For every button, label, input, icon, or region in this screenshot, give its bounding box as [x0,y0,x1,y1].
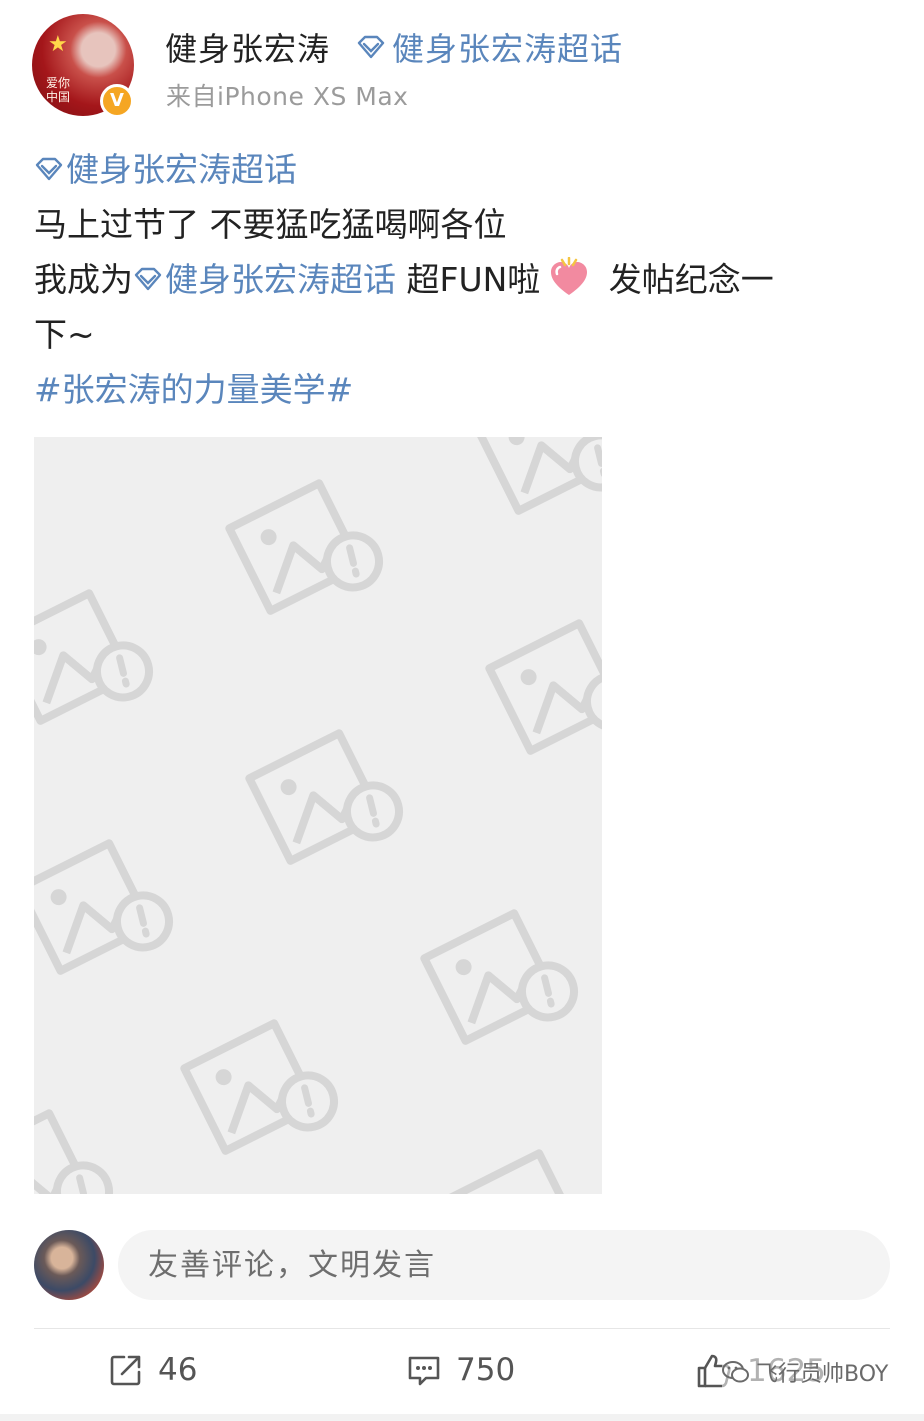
post-source: 来自iPhone XS Max [166,82,409,111]
post-body: 健身张宏涛超话 马上过节了 不要猛吃猛喝啊各位 我成为 健身张宏涛超话 超FUN… [34,142,894,417]
avatar-calligraphy: 爱你中国 [46,76,71,104]
supertopic-link[interactable]: 健身张宏涛超话 [356,24,623,70]
comment-bar [0,1226,924,1306]
supertopic-inline-link[interactable]: 健身张宏涛超话 [34,150,297,189]
post-line-3: 我成为 健身张宏涛超话 超FUN啦 发帖纪念一 [34,252,894,307]
diamond-icon [134,267,162,290]
post-line-1: 健身张宏涛超话 [34,142,894,197]
share-icon [110,1355,141,1386]
comment-icon [408,1356,440,1386]
repost-count: 46 [158,1352,198,1388]
supertopic-inline-label: 健身张宏涛超话 [66,150,297,189]
wechat-icon [722,1361,749,1383]
divider [34,1328,890,1329]
repost-button[interactable]: 46 [108,1352,197,1388]
supertopic-inline-label: 健身张宏涛超话 [165,260,396,299]
post-text-segment: 超FUN啦 [396,260,541,299]
broken-image-pattern [34,437,602,1194]
watermark-text: 飞行员帅BOY [756,1362,889,1387]
author-name[interactable]: 健身张宏涛 [165,24,330,70]
current-user-avatar[interactable] [34,1230,104,1300]
verified-badge-icon: V [100,84,134,118]
comment-input[interactable] [118,1230,890,1300]
post-line-2: 马上过节了 不要猛吃猛喝啊各位 [34,205,507,244]
flag-star-icon: ★ [48,32,68,57]
hashtag-link[interactable]: #张宏涛的力量美学# [34,362,894,417]
post-header: ★ 爱你中国 V 健身张宏涛 健身张宏涛超话 来自iPhone XS Max [0,0,924,130]
post-text-segment: 发帖纪念一 [598,260,774,299]
diamond-icon [35,157,63,180]
post-line-4: 下~ [34,315,95,354]
comment-button[interactable]: 750 [406,1352,515,1388]
supertopic-label: 健身张宏涛超话 [392,30,624,68]
heart-emoji-icon [551,256,588,295]
wechat-watermark: 飞行员帅BOY [722,1356,889,1388]
post-image-placeholder[interactable] [34,437,602,1194]
diamond-icon [357,35,385,59]
comment-count: 750 [456,1352,516,1388]
post-text-segment: 我成为 [34,260,133,299]
supertopic-inline-link[interactable]: 健身张宏涛超话 [133,260,396,299]
bottom-strip [0,1414,924,1421]
